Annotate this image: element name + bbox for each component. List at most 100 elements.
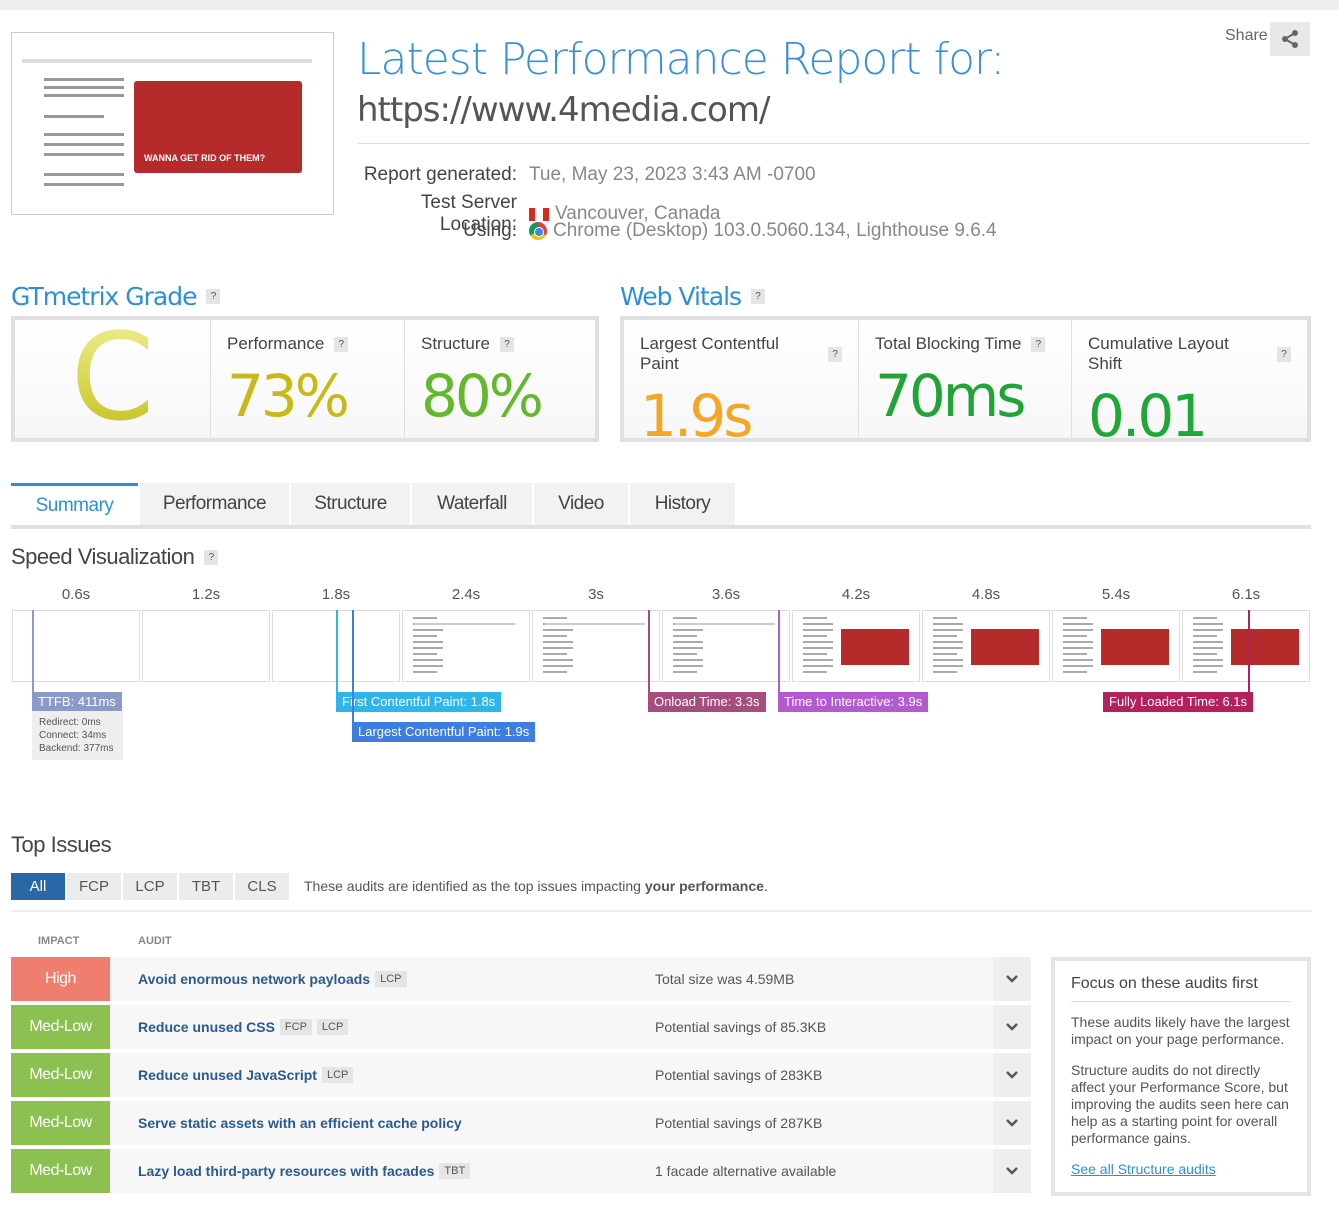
help-icon[interactable]: ? (751, 289, 766, 304)
desc-suffix: . (763, 878, 768, 894)
help-icon[interactable]: ? (499, 336, 514, 352)
metric-tag: FCP (279, 1019, 312, 1035)
audit-name[interactable]: Reduce unused CSS (138, 1019, 275, 1035)
connect-time: Connect: 34ms (39, 730, 107, 741)
focus-panel-text: Structure audits do not directly affect … (1071, 1062, 1289, 1146)
audit-name[interactable]: Serve static assets with an efficient ca… (138, 1115, 462, 1131)
audit-detail: Potential savings of 283KB (655, 1067, 823, 1083)
top-bar (0, 0, 1339, 10)
fully-loaded-label: Fully Loaded Time: 6.1s (1103, 692, 1254, 712)
page-screenshot-thumbnail[interactable]: WANNA GET RID OF THEM? (11, 32, 334, 215)
impact-badge: High (11, 957, 110, 1001)
tab-history[interactable]: History (630, 483, 735, 525)
fcp-label: First Contentful Paint: 1.8s (336, 692, 502, 712)
issue-row[interactable]: Med-Low Lazy load third-party resources … (11, 1149, 1031, 1193)
lcp-label: Largest Contentful Paint (640, 334, 779, 373)
expand-button[interactable] (993, 1005, 1031, 1049)
onload-marker (648, 610, 650, 692)
chevron-down-icon (1006, 1071, 1018, 1079)
share-button[interactable] (1270, 22, 1310, 56)
performance-label: Performance (227, 334, 325, 353)
cls-value: 0.01 (1088, 382, 1208, 450)
thumbnail-caption: WANNA GET RID OF THEM? (144, 153, 266, 163)
share-label: Share (1225, 27, 1268, 44)
issue-row[interactable]: High Avoid enormous network payloads LCP … (11, 957, 1031, 1001)
speed-visualization-heading: Speed Visualization? (11, 544, 219, 570)
meta-label: Using: (463, 220, 517, 241)
share-icon (1282, 30, 1298, 48)
cls-label: Cumulative Layout Shift (1088, 334, 1229, 373)
expand-button[interactable] (993, 957, 1031, 1001)
heading-text: Speed Visualization (11, 544, 195, 569)
see-all-structure-audits-link[interactable]: See all Structure audits (1071, 1161, 1216, 1177)
impact-badge: Med-Low (11, 1149, 110, 1193)
report-title: Latest Performance Report for: (357, 34, 1005, 85)
audit-column-header: AUDIT (138, 935, 172, 947)
timeline-label: 6.1s (1231, 586, 1261, 603)
tab-performance[interactable]: Performance (140, 483, 289, 525)
meta-value: Chrome (Desktop) 103.0.5060.134, Lightho… (553, 220, 997, 241)
divider (11, 910, 1311, 912)
filmstrip-frame[interactable] (1052, 610, 1180, 682)
metric-tag: TBT (439, 1163, 471, 1179)
tab-summary[interactable]: Summary (11, 483, 138, 525)
chevron-down-icon (1006, 1119, 1018, 1127)
chevron-down-icon (1006, 975, 1018, 983)
audit-detail: Potential savings of 287KB (655, 1115, 823, 1131)
structure-score: 80% (421, 362, 544, 430)
report-url[interactable]: https://www.4media.com/ (357, 90, 770, 130)
tab-waterfall[interactable]: Waterfall (412, 483, 532, 525)
issue-row[interactable]: Med-Low Reduce unused JavaScript LCP Pote… (11, 1053, 1031, 1097)
filmstrip-frame[interactable] (922, 610, 1050, 682)
audit-name[interactable]: Reduce unused JavaScript (138, 1067, 317, 1083)
ttfb-breakdown: Redirect: 0ms Connect: 34ms Backend: 377… (32, 711, 123, 760)
timeline-label: 4.8s (971, 586, 1001, 603)
web-vitals-heading: Web Vitals? (620, 282, 766, 311)
report-tabs: Summary Performance Structure Waterfall … (11, 483, 1311, 529)
tti-marker (778, 610, 780, 692)
audit-name[interactable]: Avoid enormous network payloads (138, 971, 370, 987)
help-icon[interactable]: ? (828, 346, 842, 362)
fully-loaded-marker (1248, 610, 1250, 692)
help-icon[interactable]: ? (1277, 346, 1291, 362)
filter-cls[interactable]: CLS (235, 873, 289, 900)
timeline-label: 5.4s (1101, 586, 1131, 603)
expand-button[interactable] (993, 1053, 1031, 1097)
help-icon[interactable]: ? (206, 289, 221, 304)
timeline-label: 3.6s (711, 586, 741, 603)
expand-button[interactable] (993, 1101, 1031, 1145)
tti-label: Time to Interactive: 3.9s (778, 692, 929, 712)
lcp-marker (352, 610, 354, 722)
impact-badge: Med-Low (11, 1005, 110, 1049)
filmstrip-frame[interactable] (792, 610, 920, 682)
backend-time: Backend: 377ms (39, 743, 114, 754)
expand-button[interactable] (993, 1149, 1031, 1193)
filter-tbt[interactable]: TBT (179, 873, 233, 900)
using-row: Using: Chrome (Desktop) 103.0.5060.134, … (357, 220, 1257, 242)
filmstrip-frame[interactable] (662, 610, 790, 682)
structure-label: Structure (421, 334, 490, 353)
tab-structure[interactable]: Structure (291, 483, 410, 525)
filmstrip-frame[interactable] (402, 610, 530, 682)
tab-video[interactable]: Video (534, 483, 628, 525)
fcp-marker (336, 610, 338, 692)
heading-text: GTmetrix Grade (11, 282, 197, 311)
timeline-label: 1.2s (191, 586, 221, 603)
filter-all[interactable]: All (11, 873, 65, 900)
timeline-label: 0.6s (61, 586, 91, 603)
audit-name[interactable]: Lazy load third-party resources with fac… (138, 1163, 434, 1179)
filter-fcp[interactable]: FCP (67, 873, 121, 900)
help-icon[interactable]: ? (1031, 336, 1046, 352)
filter-lcp[interactable]: LCP (123, 873, 177, 900)
focus-panel-title: Focus on these audits first (1071, 975, 1291, 1002)
help-icon[interactable]: ? (204, 549, 219, 565)
help-icon[interactable]: ? (334, 336, 349, 352)
filmstrip-frame[interactable] (142, 610, 270, 682)
ttfb-marker (32, 610, 34, 692)
filmstrip-frame[interactable] (1182, 610, 1310, 682)
filmstrip-frame[interactable] (532, 610, 660, 682)
issue-row[interactable]: Med-Low Reduce unused CSS FCP LCP Potentia… (11, 1005, 1031, 1049)
lcp-value: 1.9s (640, 382, 753, 450)
issue-row[interactable]: Med-Low Serve static assets with an effi… (11, 1101, 1031, 1145)
desc-bold: your performance (644, 878, 764, 894)
